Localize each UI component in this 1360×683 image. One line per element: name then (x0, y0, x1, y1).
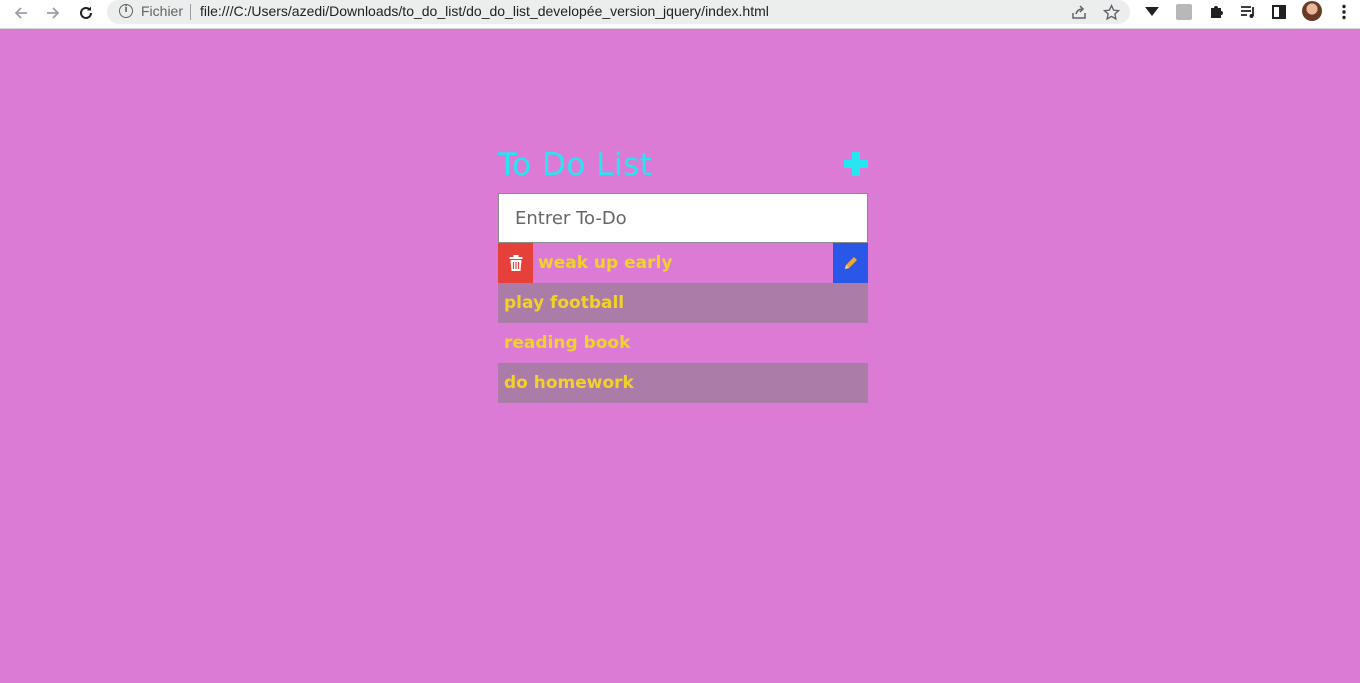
todo-list: weak up early play football reading book… (498, 243, 868, 403)
todo-text: weak up early (538, 253, 673, 273)
share-icon[interactable] (1069, 2, 1089, 22)
puzzle-extensions-icon[interactable] (1205, 1, 1227, 23)
star-icon[interactable] (1101, 2, 1121, 22)
omnibox-divider (190, 4, 191, 20)
download-arrow-icon[interactable] (1141, 1, 1163, 23)
page-title: To Do List (498, 147, 653, 183)
todo-item[interactable]: do homework (498, 363, 868, 403)
todo-item[interactable]: weak up early (498, 243, 868, 283)
url-text[interactable]: file:///C:/Users/azedi/Downloads/to_do_l… (200, 3, 769, 19)
trash-icon (509, 255, 522, 271)
todo-text: play football (504, 293, 625, 313)
site-label: Fichier (141, 3, 184, 19)
todo-text: do homework (504, 373, 634, 393)
kebab-menu-icon[interactable] (1333, 1, 1355, 23)
todo-input[interactable] (498, 193, 868, 243)
delete-button[interactable] (498, 243, 533, 283)
address-bar[interactable]: i Fichier file:///C:/Users/azedi/Downloa… (107, 0, 1130, 24)
todo-item[interactable]: play football (498, 283, 868, 323)
info-icon[interactable]: i (119, 4, 133, 18)
edit-button[interactable] (833, 243, 868, 283)
forward-arrow-icon[interactable] (41, 2, 65, 24)
reload-icon[interactable] (74, 2, 98, 24)
app-header: To Do List (498, 143, 868, 193)
profile-avatar[interactable] (1302, 1, 1322, 21)
side-panel-icon[interactable] (1268, 1, 1290, 23)
plus-icon[interactable] (844, 152, 868, 176)
browser-toolbar: i Fichier file:///C:/Users/azedi/Downloa… (0, 0, 1360, 29)
pencil-icon (844, 257, 857, 269)
todo-text: reading book (504, 333, 631, 353)
pdf-extension-icon[interactable] (1173, 1, 1195, 23)
back-arrow-icon[interactable] (9, 2, 33, 24)
media-queue-icon[interactable] (1237, 1, 1259, 23)
todo-item[interactable]: reading book (498, 323, 868, 363)
todo-app: To Do List weak up early pl (498, 143, 868, 403)
